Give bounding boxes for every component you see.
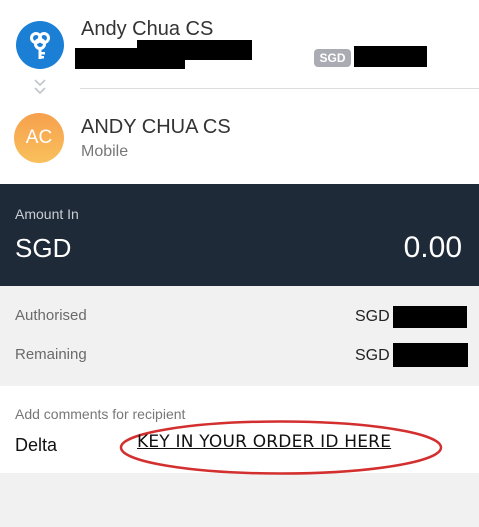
bank-key-icon: [16, 21, 64, 69]
currency-badge: SGD: [314, 49, 351, 67]
redacted-balance: [354, 46, 427, 67]
authorised-currency: SGD: [355, 308, 390, 325]
amount-currency: SGD: [15, 233, 72, 263]
divider: [80, 88, 479, 89]
recipient-name: ANDY CHUA CS: [81, 116, 231, 138]
remaining-currency: SGD: [355, 347, 390, 364]
recipient-subtitle: Mobile: [81, 143, 129, 160]
amount-input-panel[interactable]: Amount In SGD 0.00: [0, 184, 479, 286]
amount-value[interactable]: 0.00: [404, 231, 462, 265]
redacted-authorised-amount: [393, 306, 467, 328]
double-chevron-down-icon: [34, 79, 46, 95]
amount-label: Amount In: [15, 206, 79, 222]
annotation-text: KEY IN YOUR ORDER ID HERE: [137, 432, 392, 452]
redacted-remaining-amount: [393, 343, 468, 367]
recipient-row[interactable]: AC ANDY CHUA CS Mobile: [0, 100, 479, 184]
footer-background: [0, 473, 479, 527]
limits-section: Authorised SGD Remaining SGD: [0, 286, 479, 386]
remaining-label: Remaining: [15, 346, 87, 363]
authorised-label: Authorised: [15, 307, 87, 324]
recipient-avatar: AC: [14, 113, 64, 163]
from-account-name: Andy Chua CS: [81, 18, 214, 40]
redacted-mobile-number: [137, 40, 252, 60]
